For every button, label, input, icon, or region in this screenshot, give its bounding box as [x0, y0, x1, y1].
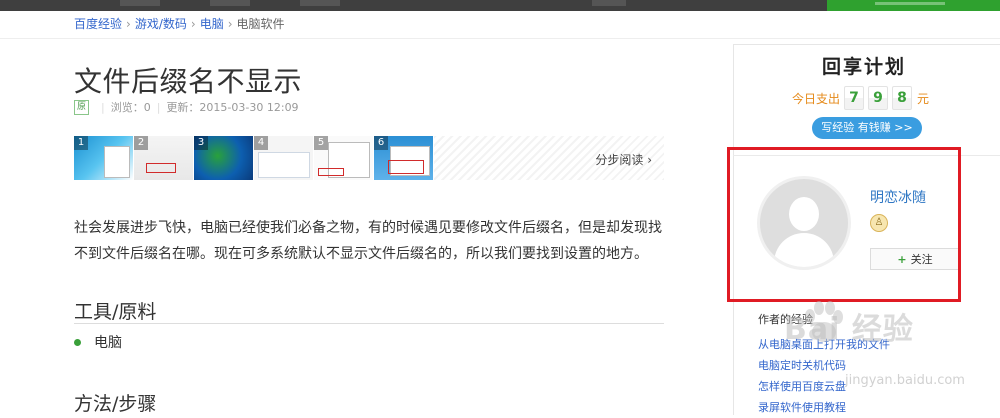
spend-digit: 9: [868, 86, 889, 110]
step-thumbnail-strip: 1 2 3 4 5 6 分步阅读 ›: [74, 136, 664, 180]
chevron-right-icon: ›: [647, 153, 652, 167]
thumbnail-highlight-box: [318, 168, 344, 176]
update-time: 更新：2015-03-30 12:09: [166, 101, 299, 114]
watermark-text: Bai 经验: [784, 312, 914, 347]
write-experience-button[interactable]: 写经验 有钱赚 >>: [812, 117, 922, 139]
today-spend-label: 今日支出: [792, 91, 841, 106]
thumbnail-window-image: [104, 146, 130, 178]
step-number: 6: [374, 136, 388, 150]
step-strip-background: 分步阅读 ›: [434, 136, 664, 180]
step-number: 5: [314, 136, 328, 150]
meta-divider: |: [101, 100, 105, 114]
breadcrumb-separator-icon: ›: [126, 17, 131, 31]
breadcrumb-link[interactable]: 电脑: [200, 17, 224, 31]
tool-label: 电脑: [94, 335, 122, 351]
nav-item[interactable]: [300, 0, 340, 6]
breadcrumb-link[interactable]: 百度经验: [74, 17, 122, 31]
breadcrumb-current: 电脑软件: [236, 17, 285, 31]
nav-item[interactable]: [592, 0, 626, 6]
today-spend: 今日支出 7 9 8 元: [792, 86, 929, 110]
view-count: 浏览：0: [110, 101, 151, 114]
watermark-url: jingyan.baidu.com: [845, 373, 965, 388]
meta-divider: |: [156, 100, 161, 114]
top-nav-bar: [0, 0, 1000, 11]
header-divider: [0, 38, 1000, 39]
breadcrumb-separator-icon: ›: [227, 17, 233, 31]
experience-link[interactable]: 录屏软件使用教程: [758, 397, 890, 418]
spend-digit: 8: [892, 86, 913, 110]
section-heading-tools: 工具/原料: [74, 301, 157, 323]
article-meta: 原 | 浏览：0 | 更新：2015-03-30 12:09: [74, 99, 299, 115]
step-number: 3: [194, 136, 208, 150]
section-divider: [74, 323, 664, 324]
step-number: 2: [134, 136, 148, 150]
step-thumbnail[interactable]: 4: [254, 136, 313, 180]
step-read-label: 分步阅读: [595, 153, 644, 167]
thumbnail-highlight-box: [146, 163, 176, 173]
nav-item[interactable]: [120, 0, 160, 6]
step-number: 4: [254, 136, 268, 150]
step-read-link[interactable]: 分步阅读 ›: [595, 151, 652, 168]
spend-unit: 元: [917, 91, 930, 106]
step-thumbnail[interactable]: 5: [314, 136, 373, 180]
breadcrumb: 百度经验 › 游戏/数码 › 电脑 › 电脑软件: [74, 16, 285, 32]
author-highlight-box: [727, 147, 961, 302]
page-title: 文件后缀名不显示: [74, 65, 303, 98]
thumbnail-window-image: [258, 152, 310, 178]
intro-paragraph: 社会发展进步飞快，电脑已经使我们必备之物，有的时候遇见要修改文件后缀名，但是却发…: [74, 220, 662, 262]
share-experience-button[interactable]: [827, 0, 1000, 11]
nav-item[interactable]: [210, 0, 250, 6]
thumbnail-highlight-box: [388, 160, 424, 174]
original-badge: 原: [74, 99, 89, 115]
spend-digit: 7: [844, 86, 865, 110]
step-thumbnail[interactable]: 1: [74, 136, 133, 180]
brand-logo: 回享计划: [822, 56, 907, 78]
step-thumbnail[interactable]: 2: [134, 136, 193, 180]
step-thumbnail[interactable]: 3: [194, 136, 253, 180]
step-thumbnail[interactable]: 6: [374, 136, 433, 180]
tool-item: 电脑: [74, 332, 122, 352]
breadcrumb-link[interactable]: 游戏/数码: [135, 17, 187, 31]
bullet-icon: [74, 338, 81, 346]
step-number: 1: [74, 136, 88, 150]
breadcrumb-separator-icon: ›: [190, 17, 196, 31]
